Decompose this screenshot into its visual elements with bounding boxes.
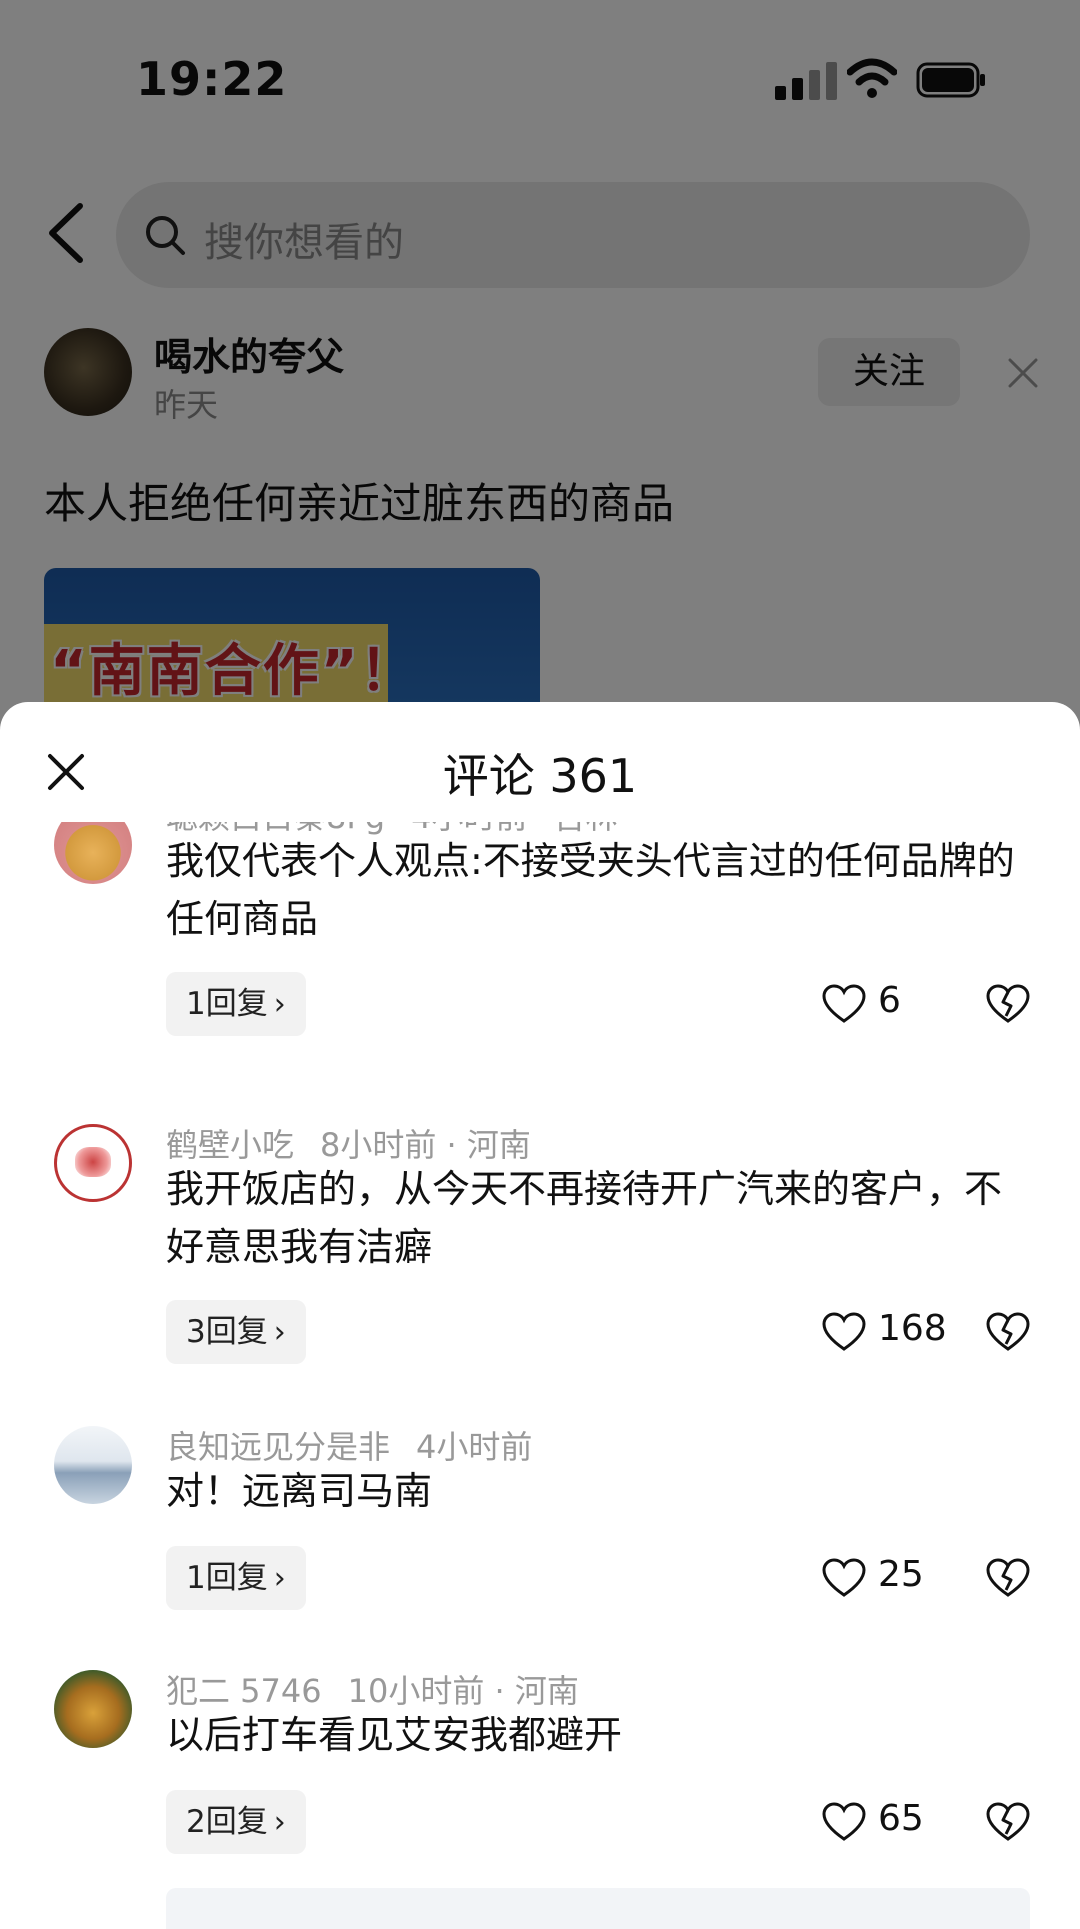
chevron-right-icon: › xyxy=(273,1561,286,1596)
like-count: 25 xyxy=(878,1554,924,1595)
chevron-right-icon: › xyxy=(273,1315,286,1350)
heart-icon[interactable] xyxy=(822,1312,866,1352)
dim-overlay[interactable] xyxy=(0,0,1080,720)
chevron-right-icon: › xyxy=(273,1805,286,1840)
comment-avatar[interactable] xyxy=(54,1670,132,1748)
comments-title: 评论 361 xyxy=(442,749,638,803)
view-replies-button[interactable]: 1回复 › xyxy=(166,1546,306,1610)
broken-heart-icon[interactable] xyxy=(986,984,1030,1024)
comment-text: 以后打车看见艾安我都避开 xyxy=(166,1713,623,1757)
comment-time: 4小时前 xyxy=(416,1428,533,1466)
reply-count: 2回复 xyxy=(186,1804,268,1840)
comment-time: 8小时前 · 河南 xyxy=(320,1126,531,1164)
broken-heart-icon[interactable] xyxy=(986,1558,1030,1598)
comment-text: 对！远离司马南 xyxy=(166,1469,433,1513)
comment-username[interactable]: 犯二 5746 xyxy=(166,1672,322,1710)
reply-count: 1回复 xyxy=(186,1560,268,1596)
heart-icon[interactable] xyxy=(822,1802,866,1842)
like-count: 6 xyxy=(878,980,901,1021)
comment-text: 我开饭店的，从今天不再接待开广汽来的客户，不好意思我有洁癖 xyxy=(166,1167,1003,1269)
comments-sheet: 评论 361 聪颖白目秦8Fg4小时前吉林 我仅代表个人观点:不接受夹头代言过的… xyxy=(0,702,1080,1929)
comment-time: 10小时前 · 河南 xyxy=(347,1672,579,1710)
view-replies-button[interactable]: 1回复 › xyxy=(166,972,306,1036)
heart-icon[interactable] xyxy=(822,1558,866,1598)
comment-avatar[interactable] xyxy=(54,1426,132,1504)
heart-icon[interactable] xyxy=(822,984,866,1024)
comment-text: 我仅代表个人观点:不接受夹头代言过的任何品牌的任何商品 xyxy=(166,839,1015,941)
view-replies-button[interactable]: 2回复 › xyxy=(166,1790,306,1854)
like-count: 168 xyxy=(878,1308,947,1349)
like-count: 65 xyxy=(878,1798,924,1839)
broken-heart-icon[interactable] xyxy=(986,1802,1030,1842)
comment-username[interactable]: 鹤壁小吃 xyxy=(166,1126,294,1164)
reply-count: 3回复 xyxy=(186,1314,268,1350)
comment-avatar[interactable] xyxy=(54,822,132,884)
comment-username[interactable]: 良知远见分是非 xyxy=(166,1428,390,1466)
reply-count: 1回复 xyxy=(186,986,268,1022)
comment-avatar[interactable] xyxy=(54,1124,132,1202)
comment-input-box[interactable] xyxy=(166,1888,1030,1929)
broken-heart-icon[interactable] xyxy=(986,1312,1030,1352)
comment-list[interactable]: 聪颖白目秦8Fg4小时前吉林 我仅代表个人观点:不接受夹头代言过的任何品牌的任何… xyxy=(0,822,1080,1929)
view-replies-button[interactable]: 3回复 › xyxy=(166,1300,306,1364)
chevron-right-icon: › xyxy=(273,987,286,1022)
